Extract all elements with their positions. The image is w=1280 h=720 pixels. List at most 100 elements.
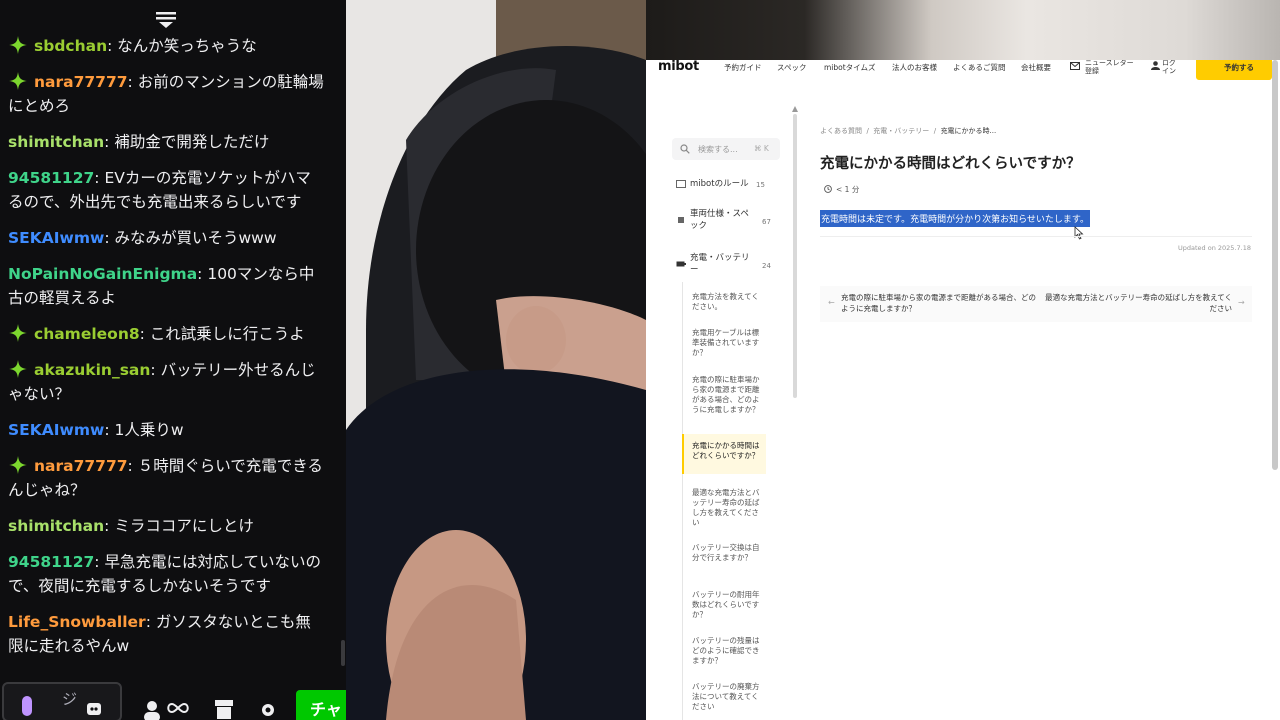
read-time: < 1 分 [836, 185, 860, 194]
mouse-cursor-icon [1074, 226, 1084, 240]
breadcrumb-category[interactable]: 充電・バッテリー [873, 127, 929, 135]
chat-text: 補助金で開発しただけ [114, 133, 270, 151]
login-link[interactable]: ログイン [1162, 60, 1182, 75]
chat-separator: : [107, 37, 118, 55]
chat-text: ミラココアにしとけ [114, 517, 254, 535]
search-input[interactable]: 検索する... ⌘ K [672, 138, 780, 160]
chat-message: 94581127: EVカーの充電ソケットがハマるので、外出先でも充電出来るらし… [8, 166, 326, 214]
chat-message: Life_Snowballer: ガソスタないとこも無限に走れるやんw [8, 610, 326, 658]
subitem-battery-replace[interactable]: バッテリー交換は自分で行えますか？ [692, 543, 762, 563]
chat-send-button[interactable]: チャ [296, 690, 346, 720]
subitem-charge-time[interactable]: 充電にかかる時間はどれくらいですか？ [692, 441, 762, 461]
sparkle-badge-icon [9, 72, 27, 90]
breadcrumb: よくある質問 / 充電・バッテリー / 充電にかかる時... [820, 126, 996, 136]
chat-username[interactable]: SEKAIwmw [8, 421, 104, 439]
search-icon [680, 144, 690, 154]
people-icon[interactable] [140, 696, 164, 720]
subitem-charging-method[interactable]: 充電方法を教えてください。 [692, 292, 762, 312]
sparkle-badge-icon [9, 36, 27, 54]
chat-scrollbar[interactable] [341, 640, 345, 666]
clock-icon [824, 185, 832, 193]
chat-separator: : [197, 265, 208, 283]
arrow-right-icon: → [1238, 298, 1245, 307]
mail-icon [1070, 62, 1080, 70]
bot-icon[interactable] [84, 698, 104, 718]
browser-page: mibot 予約ガイド スペック mibotタイムズ 法人のお客様 よくあるご質… [646, 60, 1280, 720]
room-background [646, 0, 1280, 62]
chat-username[interactable]: chameleon8 [34, 325, 140, 343]
nav-reservation-guide[interactable]: 予約ガイド [724, 62, 762, 73]
category-rules[interactable]: mibotのルール 15 [676, 178, 786, 190]
chat-text: これ試乗しに行こうよ [149, 325, 305, 343]
nav-faq[interactable]: よくあるご質問 [953, 62, 1006, 73]
chat-username[interactable]: akazukin_san [34, 361, 150, 379]
subitem-cable[interactable]: 充電用ケーブルは標準装備されていますか？ [692, 328, 762, 358]
page-scrollbar[interactable] [1272, 60, 1278, 470]
sparkle-badge-icon [9, 360, 27, 378]
chat-message: nara77777: お前のマンションの駐輪場にとめろ [8, 70, 326, 118]
subitem-battery-lifespan[interactable]: バッテリーの耐用年数はどれくらいですか？ [692, 590, 762, 620]
chat-separator: : [104, 229, 115, 247]
chat-username[interactable]: shimitchan [8, 133, 104, 151]
chat-separator: : [145, 613, 156, 631]
nav-business[interactable]: 法人のお客様 [892, 62, 937, 73]
newsletter-link[interactable]: ニュースレター登録 [1085, 60, 1137, 75]
chat-username[interactable]: nara77777 [34, 457, 128, 475]
chat-username[interactable]: 94581127 [8, 553, 94, 571]
infinity-icon[interactable] [166, 696, 190, 720]
breadcrumb-separator: / [864, 127, 874, 135]
chat-username[interactable]: NoPainNoGainEnigma [8, 265, 197, 283]
chat-username[interactable]: nara77777 [34, 73, 128, 91]
store-icon[interactable] [212, 696, 236, 720]
category-charging[interactable]: 充電・バッテリー 24 [676, 252, 786, 278]
reserve-button[interactable]: 予約する [1196, 60, 1272, 80]
webcam-feed [346, 0, 646, 720]
chat-username[interactable]: Life_Snowballer [8, 613, 146, 631]
answer-text-selected: 充電時間は未定です。充電時間が分かり次第お知らせいたします。 [820, 210, 1091, 227]
subitem-distance[interactable]: 充電の際に駐車場から家の電源まで距離がある場合、どのように充電しますか？ [692, 375, 762, 415]
chat-separator: : [94, 553, 105, 571]
book-icon [676, 180, 686, 188]
chat-message: SEKAIwmw: みなみが買いそうwww [8, 226, 326, 250]
category-spec[interactable]: 車両仕様・スペック 67 [676, 208, 786, 234]
chat-separator: : [127, 457, 138, 475]
site-logo[interactable]: mibot [658, 60, 699, 74]
breadcrumb-faq[interactable]: よくある質問 [820, 127, 862, 135]
chat-text: みなみが買いそうwww [114, 229, 277, 247]
scroll-up-arrow-icon[interactable] [792, 106, 798, 112]
sparkle-badge-icon [9, 324, 27, 342]
chat-message: SEKAIwmw: 1人乗りw [8, 418, 326, 442]
chat-username[interactable]: 94581127 [8, 169, 94, 187]
nav-spec[interactable]: スペック [777, 62, 806, 73]
updated-date: Updated on 2025.7.18 [1178, 244, 1251, 252]
settings-icon[interactable] [256, 696, 280, 720]
chat-separator: : [150, 361, 161, 379]
chat-message: nara77777: ５時間ぐらいで充電できるんじゃね？ [8, 454, 326, 502]
nav-company[interactable]: 会社概要 [1021, 62, 1051, 73]
search-placeholder: 検索する... [698, 145, 738, 154]
chat-username[interactable]: shimitchan [8, 517, 104, 535]
subitem-battery-disposal[interactable]: バッテリーの廃棄方法について教えてください [692, 682, 762, 712]
user-icon [1151, 61, 1160, 70]
prev-article-link[interactable]: 充電の際に駐車場から家の電源まで距離がある場合、どのように充電しますか？ [841, 292, 1041, 314]
chat-header [0, 0, 346, 32]
prev-next-navigation: ← 充電の際に駐車場から家の電源まで距離がある場合、どのように充電しますか？ 最… [820, 286, 1252, 322]
chat-input[interactable]: ジ [2, 682, 122, 720]
subitem-battery-level[interactable]: バッテリーの残量はどのように確認できますか？ [692, 636, 762, 666]
subitem-battery-life[interactable]: 最適な充電方法とバッテリー寿命の延ばし方を教えてください [692, 488, 762, 528]
next-article-link[interactable]: 最適な充電方法とバッテリー寿命の延ばし方を教えてください [1040, 292, 1232, 314]
site-header: mibot 予約ガイド スペック mibotタイムズ 法人のお客様 よくあるご質… [646, 60, 1280, 82]
microphone-icon[interactable] [20, 696, 34, 720]
chat-message: 94581127: 早急充電には対応していないので、夜間に充電するしかないそうで… [8, 550, 326, 598]
chat-input-text: ジ [62, 690, 78, 708]
chat-separator: : [127, 73, 138, 91]
collapse-chat-icon[interactable] [156, 12, 176, 28]
chat-panel: sbdchan: なんか笑っちゃうな nara77777: お前のマンションの駐輪… [0, 0, 346, 720]
chat-separator: : [104, 517, 115, 535]
sidebar-scrollbar[interactable] [793, 114, 797, 398]
chat-separator: : [104, 421, 115, 439]
nav-mibot-times[interactable]: mibotタイムズ [824, 62, 876, 73]
breadcrumb-separator: / [931, 127, 941, 135]
chat-username[interactable]: sbdchan [34, 37, 107, 55]
chat-username[interactable]: SEKAIwmw [8, 229, 104, 247]
